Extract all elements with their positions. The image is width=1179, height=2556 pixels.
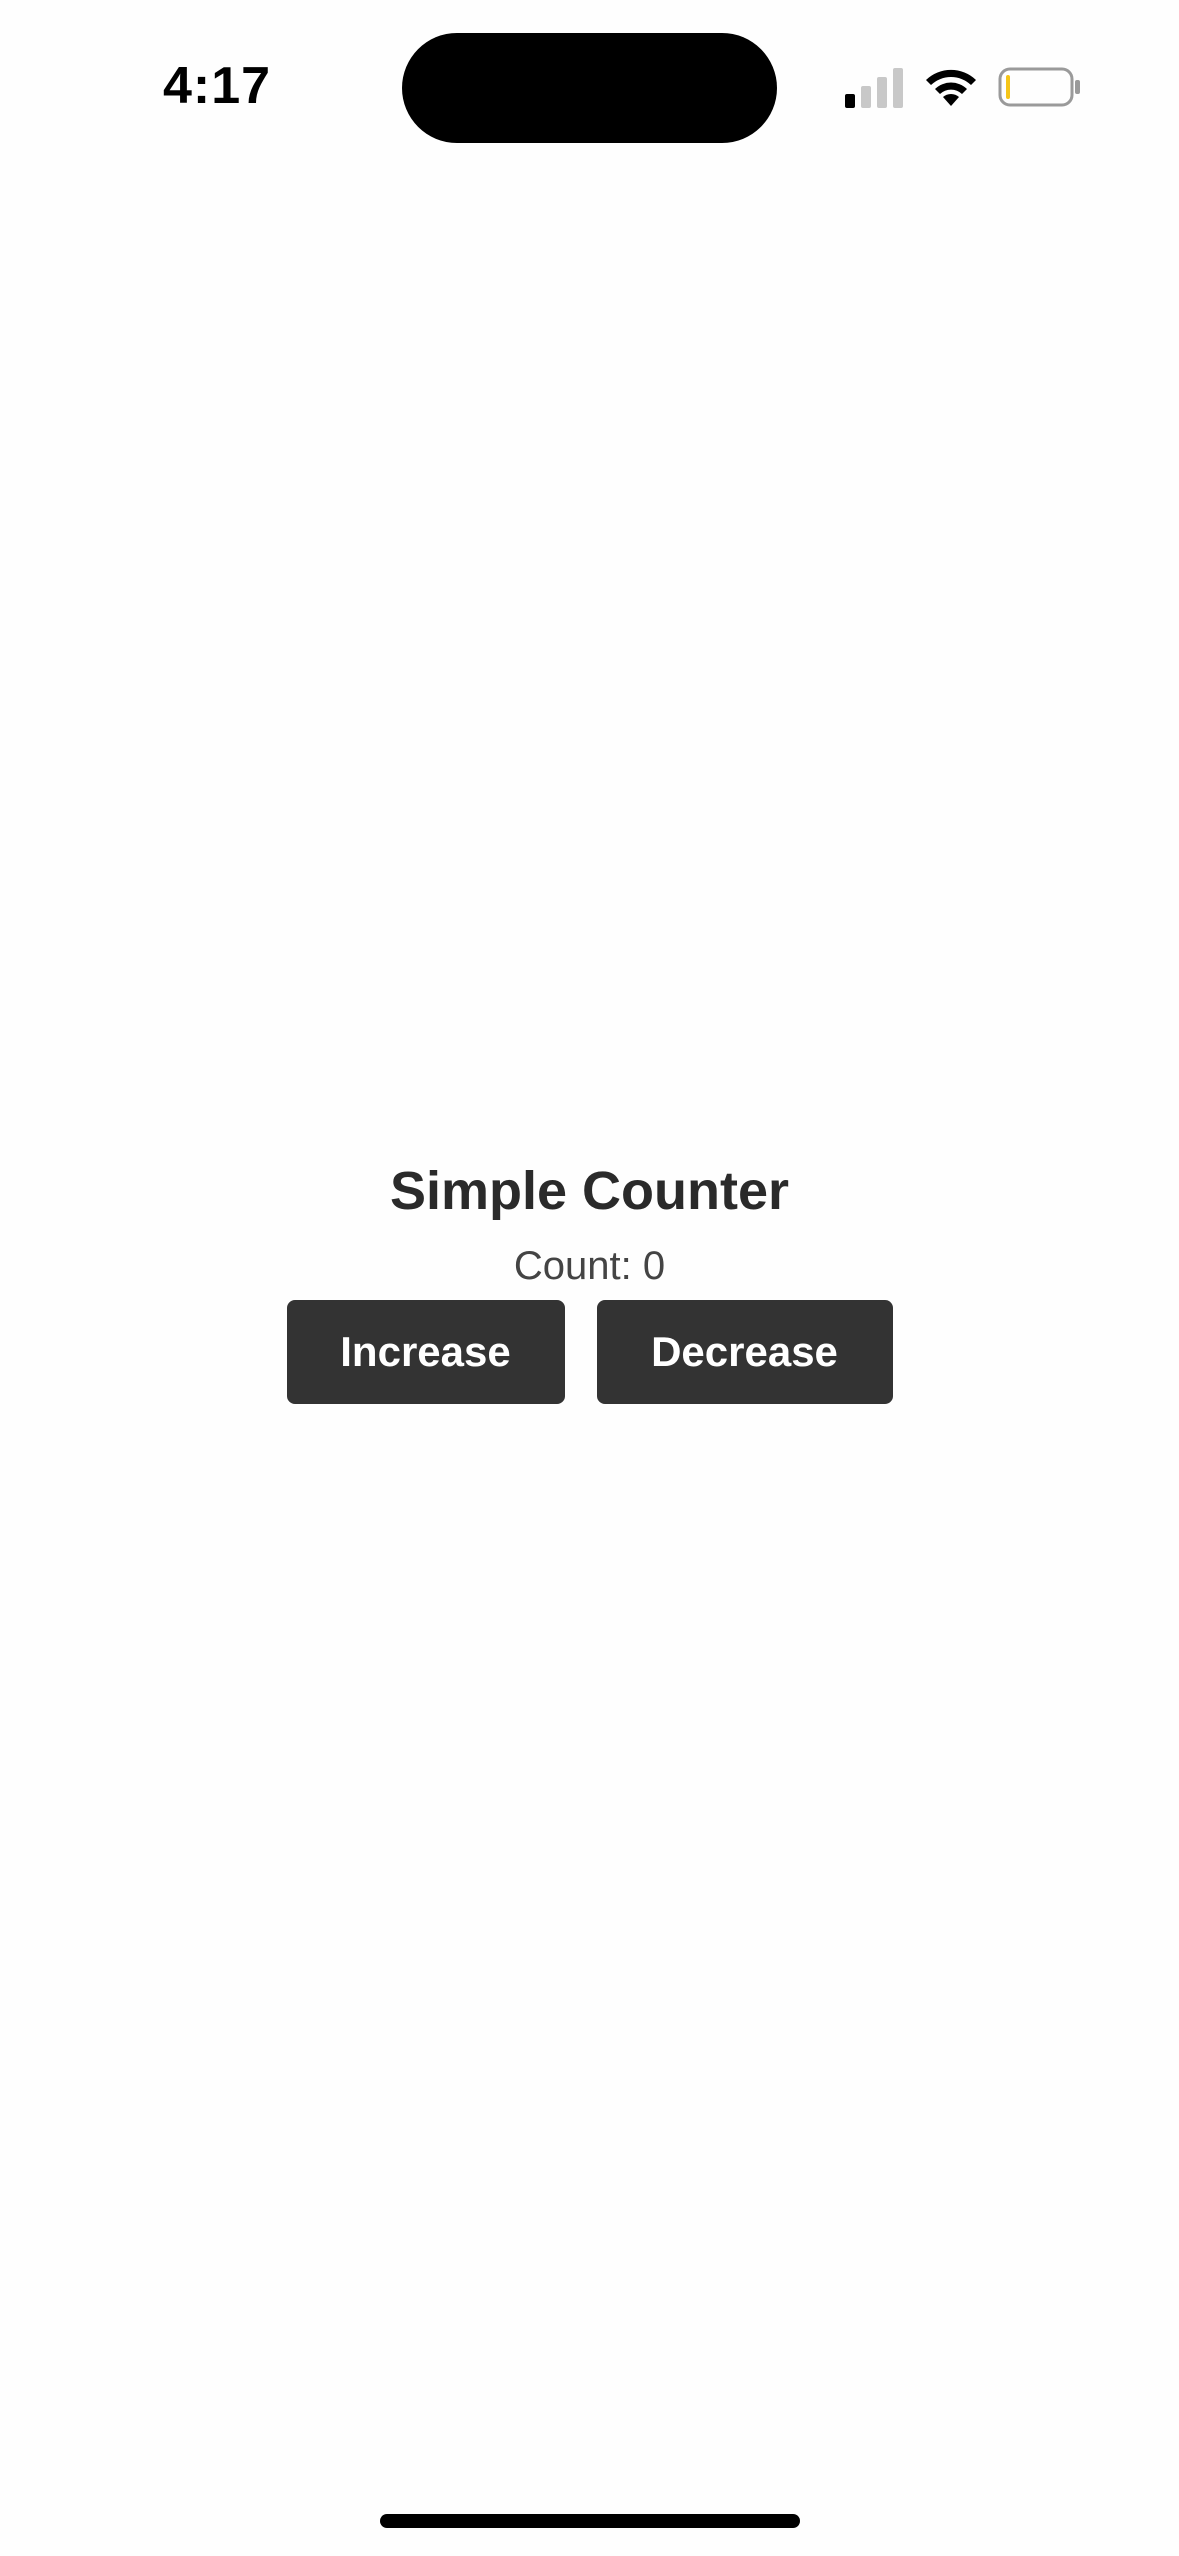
- cellular-signal-icon: [845, 68, 903, 108]
- battery-low-icon: [998, 67, 1080, 107]
- counter-container: Simple Counter Count: 0 Increase Decreas…: [0, 1150, 1179, 1404]
- wifi-icon: [926, 69, 976, 106]
- decrease-button[interactable]: Decrease: [596, 1300, 893, 1404]
- count-display: Count: 0: [513, 1244, 666, 1288]
- dynamic-island: [402, 33, 777, 143]
- button-row: Increase Decrease: [0, 1300, 1179, 1404]
- increase-button[interactable]: Increase: [286, 1300, 565, 1404]
- home-indicator[interactable]: [380, 2514, 800, 2528]
- status-time: 4:17: [163, 57, 272, 115]
- page-title: Simple Counter: [389, 1161, 790, 1221]
- app-screen: 4:17 Simple Counter Count: 0 Increase De…: [0, 0, 1179, 2556]
